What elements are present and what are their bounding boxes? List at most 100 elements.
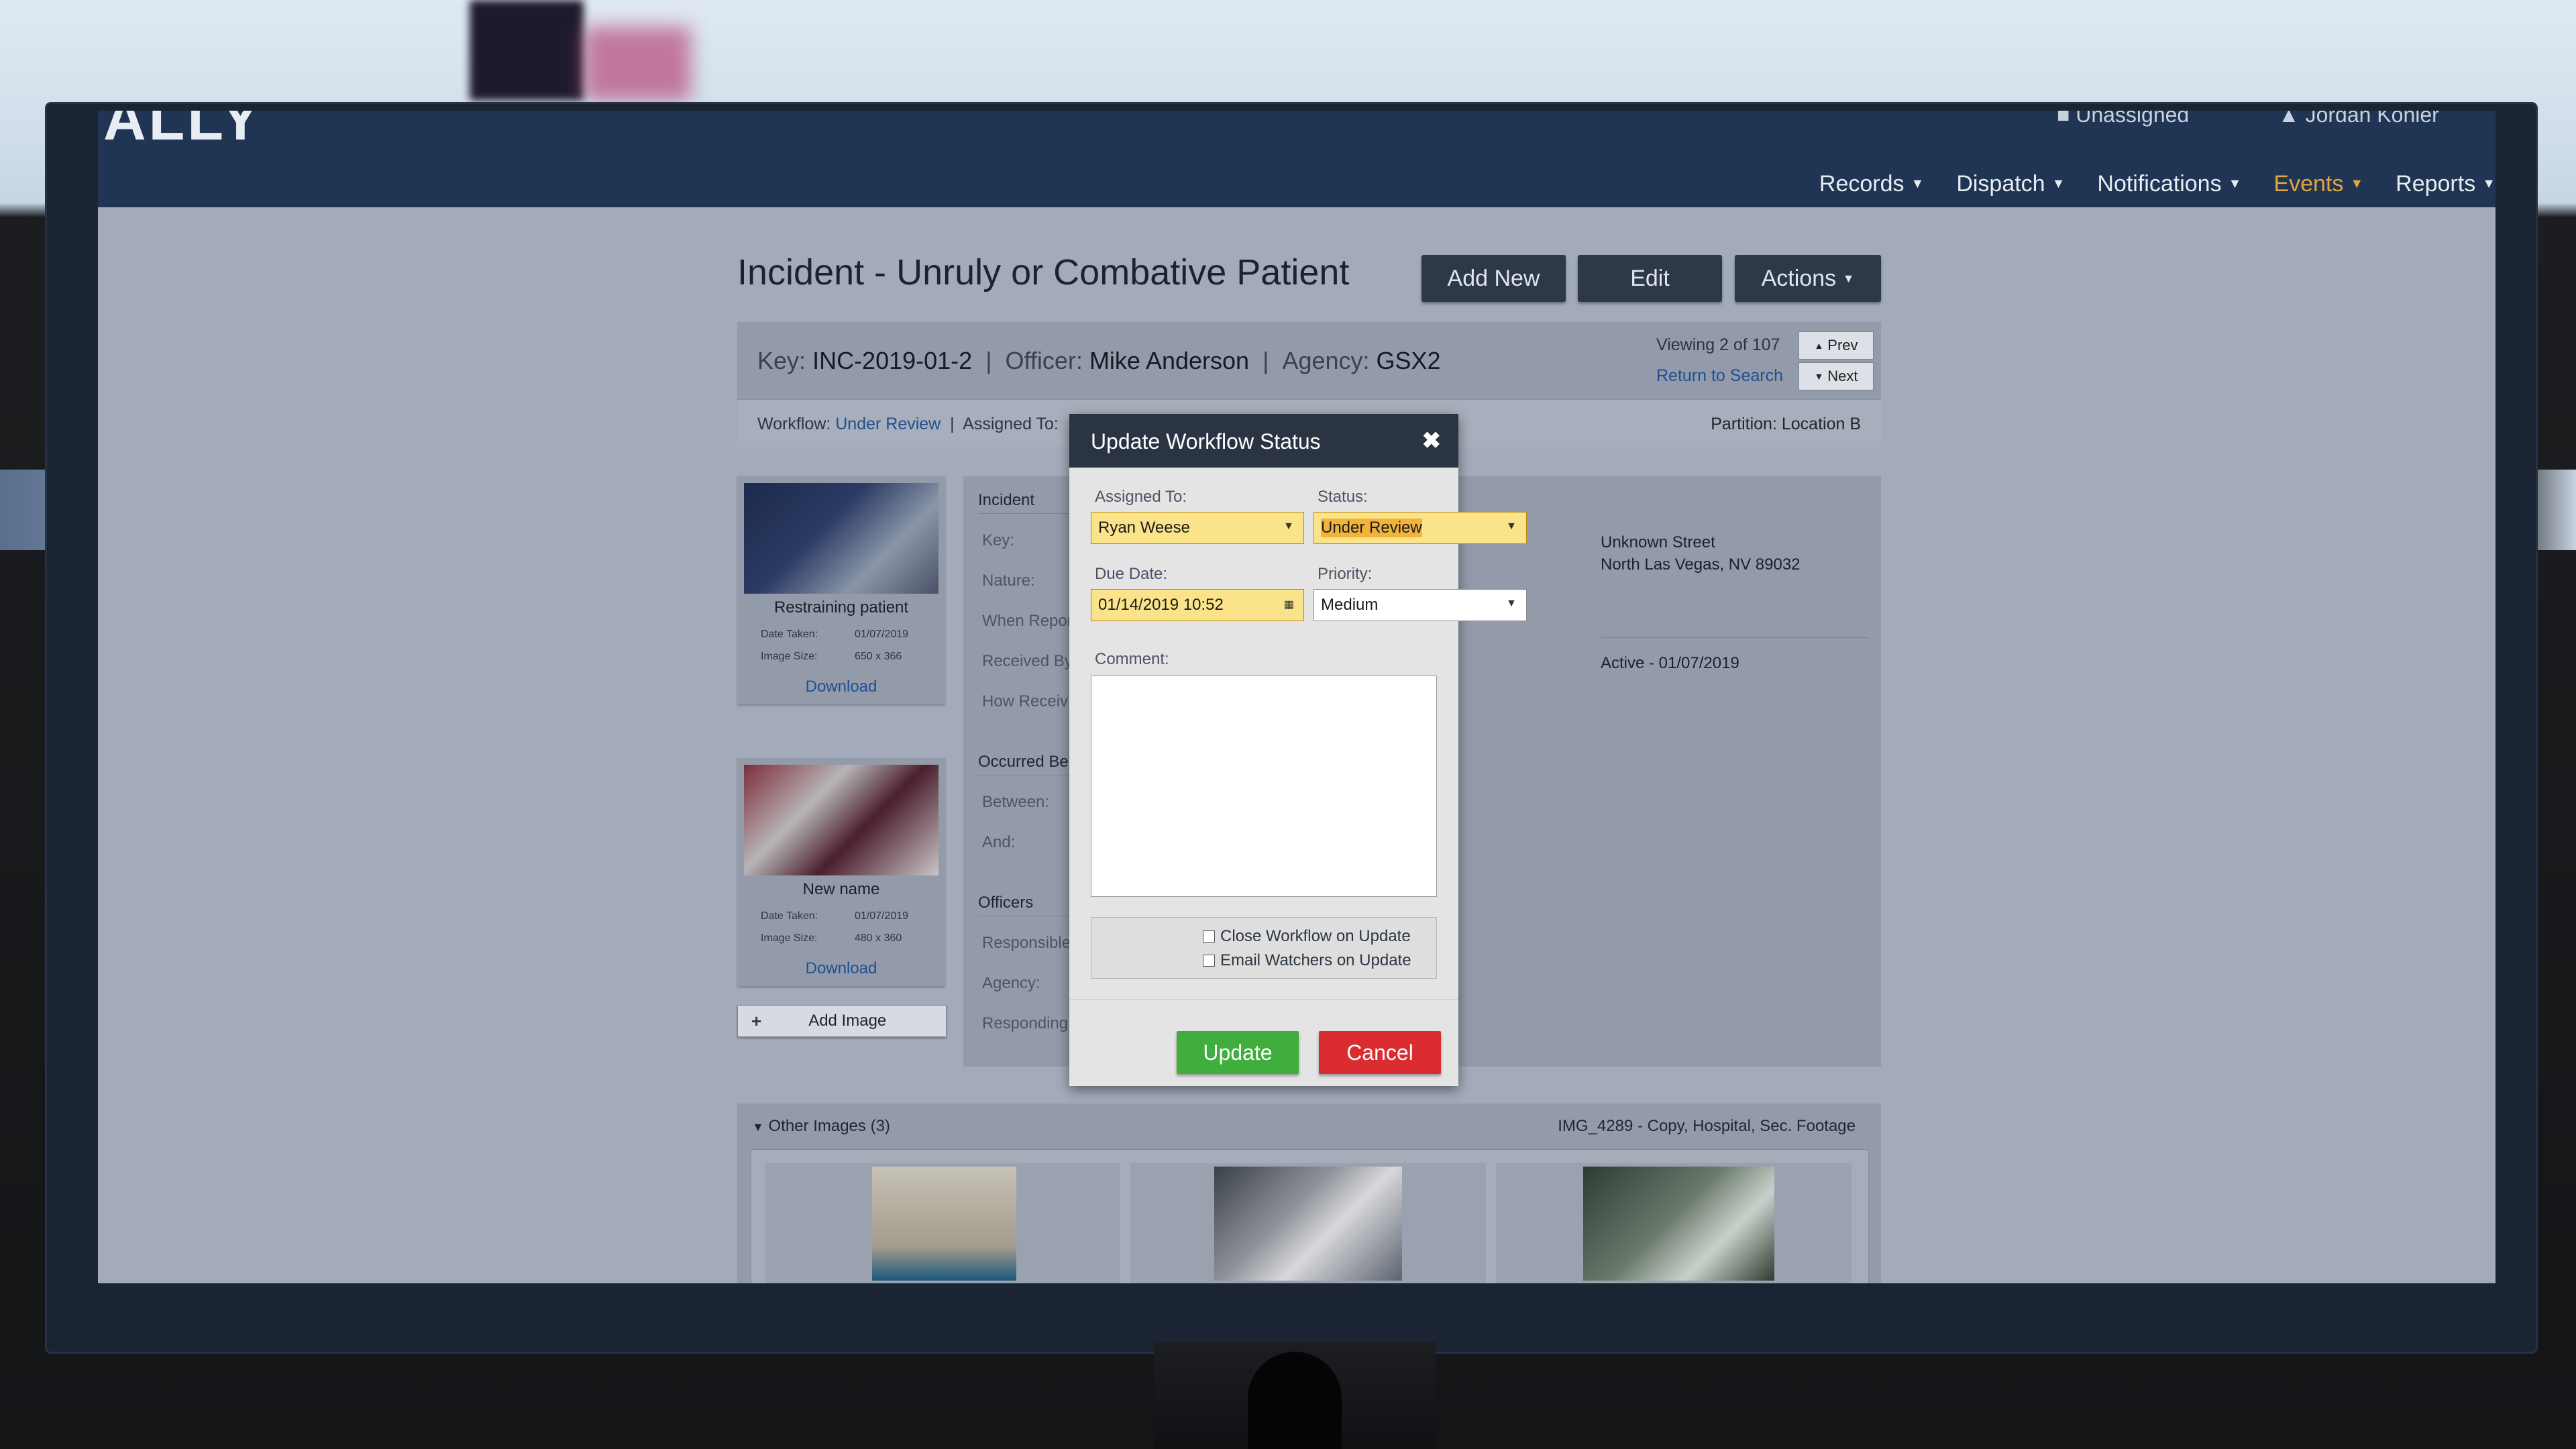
- other-images-header: Other Images: [768, 1117, 866, 1135]
- prev-label: Prev: [1827, 337, 1858, 354]
- chevron-down-icon: ▼: [1842, 271, 1855, 285]
- return-to-search-link[interactable]: Return to Search: [1656, 366, 1783, 386]
- address-line-1: Unknown Street: [1601, 533, 1715, 551]
- comment-textarea[interactable]: [1091, 676, 1437, 897]
- gallery-thumbnail[interactable]: [872, 1167, 1016, 1281]
- email-watchers-checkbox[interactable]: Email Watchers on Update: [1203, 951, 1411, 970]
- nav-notifications[interactable]: Notifications ▼: [2097, 171, 2241, 197]
- detail-key-label: Key:: [982, 531, 1015, 549]
- workflow-label: Workflow:: [757, 415, 831, 433]
- and-label: And:: [982, 833, 1016, 851]
- update-button[interactable]: Update: [1177, 1031, 1299, 1074]
- section-divider: [978, 513, 1079, 514]
- comment-label: Comment:: [1095, 650, 1169, 668]
- address-line-2: North Las Vegas, NV 89032: [1601, 555, 1801, 574]
- other-images-names: IMG_4289 - Copy, Hospital, Sec. Footage: [1558, 1117, 1856, 1135]
- cancel-button[interactable]: Cancel: [1319, 1031, 1441, 1074]
- app-screen: ALLY ■ Unassigned ▲ Jordan Kohler Record…: [98, 111, 2496, 1283]
- status-value: Under Review: [1321, 519, 1422, 537]
- priority-select[interactable]: Medium ▼: [1313, 589, 1527, 621]
- record-info-bar: Key: INC-2019-01-2 | Officer: Mike Anderso…: [737, 322, 1881, 399]
- image-card: New name Date Taken: 01/07/2019 Image Si…: [737, 758, 945, 986]
- chevron-down-icon: ▼: [2228, 176, 2242, 191]
- calendar-icon[interactable]: ▦: [1284, 598, 1294, 611]
- nav-dispatch-label: Dispatch: [1956, 171, 2045, 197]
- assigned-to-select[interactable]: Ryan Weese ▼: [1091, 512, 1304, 544]
- download-link[interactable]: Download: [737, 959, 945, 978]
- chevron-down-icon: ▼: [2350, 176, 2364, 191]
- add-image-button[interactable]: + Add Image: [737, 1005, 947, 1037]
- chevron-down-icon: ▼: [2482, 176, 2496, 191]
- next-button[interactable]: ▼ Next: [1799, 362, 1874, 390]
- close-workflow-label: Close Workflow on Update: [1220, 927, 1411, 945]
- app-logo[interactable]: ALLY: [103, 111, 263, 154]
- nav-dispatch[interactable]: Dispatch ▼: [1956, 171, 2065, 197]
- officers-section-header: Officers: [978, 894, 1034, 912]
- incident-photo[interactable]: [744, 765, 938, 875]
- nature-label: Nature:: [982, 572, 1035, 590]
- officer-value: Mike Anderson: [1089, 347, 1250, 374]
- date-taken-value: 01/07/2019: [855, 629, 909, 640]
- key-value: INC-2019-01-2: [812, 347, 973, 374]
- caret-down-icon: ▼: [1814, 371, 1824, 382]
- nav-notifications-label: Notifications: [2097, 171, 2222, 197]
- background-figure: [584, 27, 691, 101]
- modal-footer-divider: [1069, 999, 1458, 1000]
- workflow-status-link[interactable]: Under Review: [835, 415, 941, 433]
- officer-agency-label: Agency:: [982, 974, 1040, 992]
- email-watchers-label: Email Watchers on Update: [1220, 951, 1411, 969]
- add-image-label: Add Image: [808, 1012, 887, 1030]
- actions-button[interactable]: Actions ▼: [1735, 255, 1881, 302]
- user-name: Jordan Kohler: [2305, 111, 2439, 127]
- officer-label: Officer:: [1005, 347, 1083, 374]
- status-value: Active - 01/07/2019: [1601, 654, 1739, 672]
- main-nav: Records ▼ Dispatch ▼ Notifications ▼ Events…: [1819, 171, 2496, 197]
- edit-button[interactable]: Edit: [1578, 255, 1722, 302]
- nav-records-label: Records: [1819, 171, 1904, 197]
- between-label: Between:: [982, 793, 1050, 811]
- monitor-stand-hole: [1248, 1352, 1342, 1449]
- due-date-value: 01/14/2019 10:52: [1098, 596, 1224, 614]
- chevron-down-icon: ▼: [2051, 176, 2065, 191]
- image-size-value: 650 x 366: [855, 651, 902, 662]
- prev-button[interactable]: ▲ Prev: [1799, 331, 1874, 360]
- other-images-count: (3): [870, 1117, 890, 1135]
- download-link[interactable]: Download: [737, 678, 945, 696]
- responding-label: Responding: [982, 1014, 1069, 1032]
- agency-value: GSX2: [1376, 347, 1441, 374]
- nav-events[interactable]: Events ▼: [2273, 171, 2363, 197]
- caret-down-icon: ▼: [752, 1120, 764, 1134]
- agency-label: Agency:: [1282, 347, 1370, 374]
- close-workflow-checkbox[interactable]: Close Workflow on Update: [1203, 927, 1411, 946]
- occurred-section-header: Occurred Be: [978, 753, 1069, 771]
- due-date-input[interactable]: 01/14/2019 10:52 ▦: [1091, 589, 1304, 621]
- incident-photo[interactable]: [744, 483, 938, 594]
- status-label: Status:: [1318, 488, 1368, 506]
- checkbox-icon: [1203, 930, 1215, 943]
- status-select[interactable]: Under Review ▼: [1313, 512, 1527, 544]
- gallery-thumbnail[interactable]: [1583, 1167, 1774, 1281]
- user-menu[interactable]: ▲ Jordan Kohler: [2278, 111, 2439, 127]
- unassigned-link[interactable]: ■ Unassigned: [2057, 111, 2189, 127]
- image-card: Restraining patient Date Taken: 01/07/20…: [737, 476, 945, 704]
- priority-label: Priority:: [1318, 565, 1373, 583]
- incident-section-header: Incident: [978, 491, 1035, 509]
- chevron-down-icon: ▼: [1506, 598, 1517, 609]
- actions-label: Actions: [1761, 265, 1837, 291]
- assigned-to-value: Ryan Weese: [1098, 519, 1190, 537]
- chevron-down-icon: ▼: [1506, 521, 1517, 532]
- plus-icon: +: [751, 1010, 762, 1031]
- checkbox-icon: [1203, 955, 1215, 967]
- nav-reports[interactable]: Reports ▼: [2396, 171, 2496, 197]
- assigned-label: Assigned To:: [963, 415, 1059, 433]
- page-title: Incident - Unruly or Combative Patient: [737, 252, 1350, 292]
- modal-header: Update Workflow Status ✖: [1069, 414, 1458, 468]
- close-icon[interactable]: ✖: [1422, 427, 1442, 454]
- other-images-toggle[interactable]: ▼ Other Images (3): [752, 1117, 890, 1136]
- gallery-thumbnail[interactable]: [1214, 1167, 1402, 1281]
- add-new-button[interactable]: Add New: [1421, 255, 1566, 302]
- when-reported-label: When Repor: [982, 612, 1073, 630]
- gallery-cell: [1130, 1163, 1486, 1283]
- date-taken-label: Date Taken:: [761, 629, 818, 640]
- nav-records[interactable]: Records ▼: [1819, 171, 1924, 197]
